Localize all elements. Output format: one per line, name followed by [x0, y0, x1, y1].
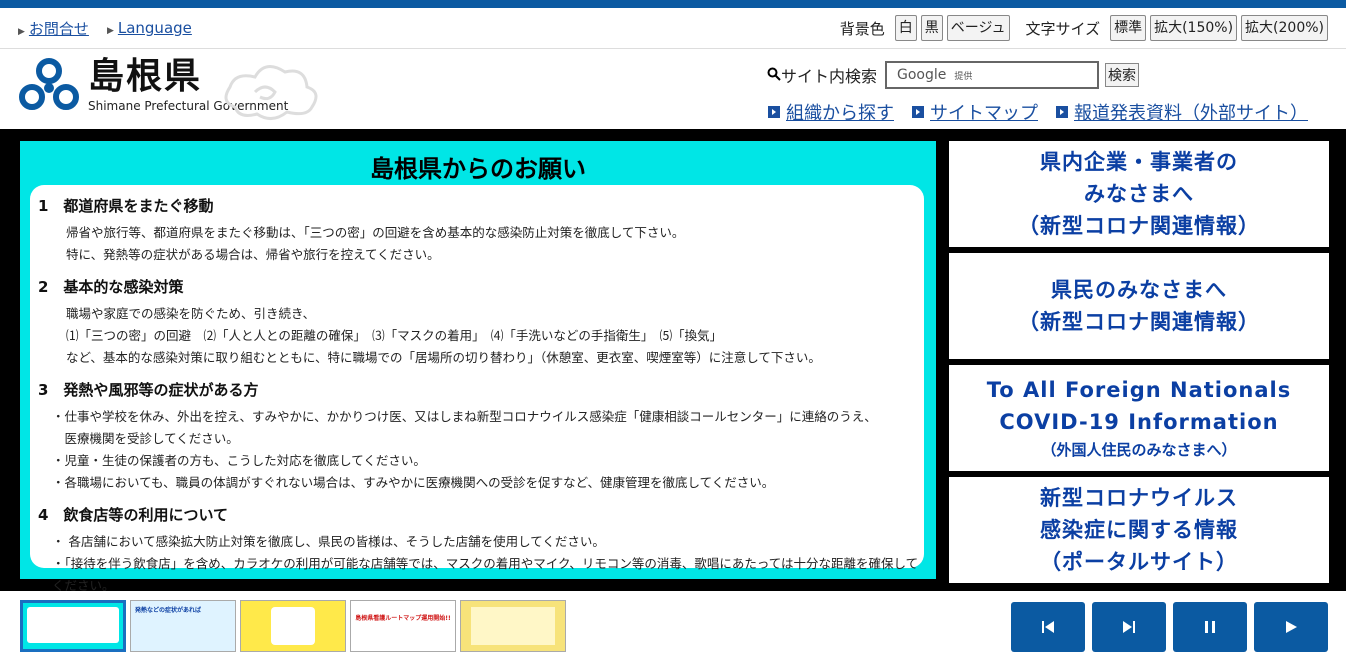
quick-link-press-release[interactable]: 報道発表資料（外部サイト） — [1056, 99, 1308, 125]
search-provided-label: 提供 — [954, 71, 973, 82]
section-line: など、基本的な感染対策に取り組むとともに、特に職場での「居場所の切り替わり」（休… — [66, 350, 821, 365]
contact-link-wrap: ▶ お問合せ — [18, 18, 89, 39]
play-icon — [1286, 621, 1297, 633]
banner-residents-info[interactable]: 県民のみなさまへ （新型コロナ関連情報） — [949, 253, 1329, 359]
slide-section: 3 発熱や風邪等の症状がある方 ・仕事や学校を休み、外出を控え、すみやかに、かか… — [38, 379, 924, 494]
banner-covid-portal[interactable]: 新型コロナウイルス 感染症に関する情報 （ポータルサイト） — [949, 477, 1329, 583]
banner-line: COVID-19 Information — [999, 410, 1279, 434]
slide-section: 4 飲食店等の利用について ・ 各店舗において感染拡大防止対策を徹底し、県民の皆… — [38, 504, 924, 597]
bg-white-button[interactable]: 白 — [894, 15, 917, 41]
banner-business-info[interactable]: 県内企業・事業者の みなさまへ （新型コロナ関連情報） — [949, 141, 1329, 247]
font-size-150-button[interactable]: 拡大(150%) — [1150, 15, 1238, 41]
banner-line: （ポータルサイト） — [1040, 550, 1238, 574]
section-line: ・各職場においても、職員の体調がすぐれない場合は、すみやかに医療機関への受診を促… — [52, 475, 775, 490]
banner-line: To All Foreign Nationals — [986, 378, 1292, 402]
site-search: サイト内検索 Google 提供 検索 — [767, 61, 1140, 89]
play-button[interactable] — [1254, 602, 1328, 652]
section-line: ・「接待を伴う飲食店」を含め、カラオケの利用が可能な店舗等では、マスクの着用やマ… — [52, 556, 919, 593]
magnifier-icon — [767, 66, 781, 85]
section-line: ⑴「三つの密」の回避 ⑵「人と人との距離の確保」 ⑶「マスクの着用」 ⑷「手洗い… — [66, 328, 723, 343]
prefecture-emblem-icon — [19, 58, 79, 110]
thumbnail-caption: 島根県看護ルートマップ運用開始!! — [355, 615, 451, 622]
banner-list: 県内企業・事業者の みなさまへ （新型コロナ関連情報） 県民のみなさまへ （新型… — [949, 141, 1329, 589]
cloud-decoration-icon — [224, 65, 318, 120]
carousel-slide[interactable]: 島根県からのお願い 1 都道府県をまたぐ移動 帰省や旅行等、都道府県をまたぐ移動… — [20, 141, 936, 593]
triangle-icon: ▶ — [106, 26, 114, 36]
carousel-thumbnail[interactable] — [20, 600, 126, 652]
banner-line: 新型コロナウイルス — [1040, 486, 1238, 510]
section-heading: 4 飲食店等の利用について — [38, 506, 228, 524]
slide-title: 島根県からのお願い — [370, 155, 586, 183]
banner-foreign-nationals[interactable]: To All Foreign Nationals COVID-19 Inform… — [949, 365, 1329, 471]
quick-links: 組織から探す サイトマップ 報道発表資料（外部サイト） — [768, 99, 1308, 125]
section-line: 職場や家庭での感染を防ぐため、引き続き、 — [66, 306, 316, 321]
search-button[interactable]: 検索 — [1105, 63, 1140, 87]
section-heading: 1 都道府県をまたぐ移動 — [38, 197, 214, 215]
bg-black-button[interactable]: 黒 — [920, 15, 943, 41]
search-input[interactable]: Google 提供 — [885, 61, 1100, 89]
carousel-thumbnail[interactable]: 島根県看護ルートマップ運用開始!! — [350, 600, 456, 652]
banner-line: 県内企業・事業者の — [1040, 150, 1238, 174]
carousel-thumbnails: 発熱などの症状があれば 島根県看護ルートマップ運用開始!! — [20, 600, 566, 652]
thumbnail-caption: 発熱などの症状があれば — [135, 607, 202, 614]
font-size-200-button[interactable]: 拡大(200%) — [1241, 15, 1328, 41]
contact-link[interactable]: お問合せ — [29, 20, 89, 38]
carousel-thumbnail[interactable] — [460, 600, 566, 652]
bg-color-label: 背景色 — [839, 19, 885, 38]
banner-subline: （外国人住民のみなさまへ） — [1041, 441, 1237, 459]
quick-link-label: 報道発表資料（外部サイト） — [1074, 103, 1308, 124]
banner-line: （新型コロナ関連情報） — [1018, 214, 1260, 238]
banner-line: 感染症に関する情報 — [1040, 518, 1238, 542]
pause-icon — [1205, 621, 1215, 633]
section-heading: 3 発熱や風邪等の症状がある方 — [38, 381, 259, 399]
site-header: 島根県 Shimane Prefectural Government サイト内検… — [0, 49, 1346, 131]
carousel-stage: 島根県からのお願い 1 都道府県をまたぐ移動 帰省や旅行等、都道府県をまたぐ移動… — [0, 131, 1346, 593]
banner-line: みなさまへ — [1084, 182, 1194, 206]
font-size-label: 文字サイズ — [1025, 19, 1101, 38]
skip-back-icon — [1042, 621, 1054, 633]
quick-link-sitemap[interactable]: サイトマップ — [912, 99, 1038, 125]
carousel-thumbnail[interactable] — [240, 600, 346, 652]
quick-link-label: サイトマップ — [930, 103, 1038, 124]
banner-line: （新型コロナ関連情報） — [1018, 310, 1260, 334]
quick-link-organization[interactable]: 組織から探す — [768, 99, 894, 125]
next-button[interactable] — [1092, 602, 1166, 652]
arrow-square-icon — [912, 106, 924, 118]
arrow-square-icon — [768, 106, 780, 118]
quick-link-label: 組織から探す — [786, 103, 894, 124]
section-line: ・仕事や学校を休み、外出を控え、すみやかに、かかりつけ医、又はしまね新型コロナウ… — [52, 409, 877, 424]
utility-bar: ▶ お問合せ ▶ Language 背景色 白 黒 ベージュ 文字サイズ 標準 拡大… — [0, 8, 1346, 49]
carousel-thumbnail[interactable]: 発熱などの症状があれば — [130, 600, 236, 652]
search-label: サイト内検索 — [781, 67, 878, 86]
language-link-wrap: ▶ Language — [107, 19, 192, 37]
section-line: 特に、発熱等の症状がある場合は、帰省や旅行を控えてください。 — [66, 247, 440, 262]
skip-forward-icon — [1123, 621, 1135, 633]
previous-button[interactable] — [1011, 602, 1085, 652]
arrow-square-icon — [1056, 106, 1068, 118]
bg-beige-button[interactable]: ベージュ — [946, 15, 1010, 41]
slide-content: 1 都道府県をまたぐ移動 帰省や旅行等、都道府県をまたぐ移動は、「三つの密」の回… — [30, 185, 924, 593]
top-accent-bar — [0, 0, 1346, 8]
pause-button[interactable] — [1173, 602, 1247, 652]
slide-section: 1 都道府県をまたぐ移動 帰省や旅行等、都道府県をまたぐ移動は、「三つの密」の回… — [38, 195, 924, 266]
section-heading: 2 基本的な感染対策 — [38, 278, 184, 296]
carousel-controls — [1011, 602, 1328, 652]
font-size-standard-button[interactable]: 標準 — [1110, 15, 1147, 41]
slide-section: 2 基本的な感染対策 職場や家庭での感染を防ぐため、引き続き、 ⑴「三つの密」の… — [38, 276, 924, 369]
language-link[interactable]: Language — [118, 19, 192, 37]
search-placeholder: Google — [897, 67, 947, 83]
section-line: 医療機関を受診してください。 — [52, 431, 239, 446]
banner-line: 県民のみなさまへ — [1051, 278, 1227, 302]
section-line: ・ 各店舗において感染拡大防止対策を徹底し、県民の皆様は、そうした店舗を使用して… — [52, 534, 605, 549]
section-line: ・児童・生徒の保護者の方も、こうした対応を徹底してください。 — [52, 453, 426, 468]
section-line: 帰省や旅行等、都道府県をまたぐ移動は、「三つの密」の回避を含め基本的な感染防止対… — [66, 225, 685, 240]
triangle-icon: ▶ — [18, 26, 25, 37]
